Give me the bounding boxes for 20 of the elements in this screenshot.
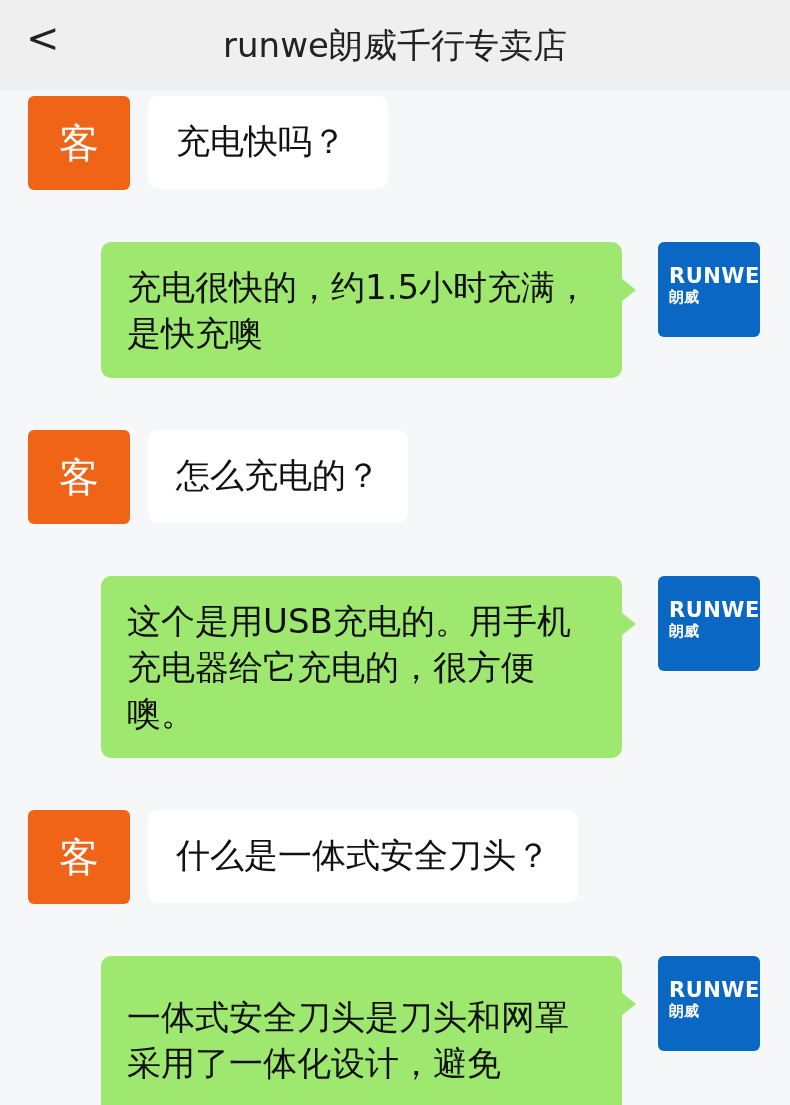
customer-avatar: 客 — [28, 810, 130, 904]
customer-avatar: 客 — [28, 96, 130, 190]
message-bubble: 这个是用USB充电的。用手机充电器给它充电的，很方便噢。 — [101, 576, 622, 758]
logo-text: RUNWE — [669, 977, 760, 1002]
message-bubble: 充电很快的，约1.5小时充满，是快充噢 — [101, 242, 622, 378]
logo-text: 朗威 — [669, 1001, 700, 1020]
customer-avatar: 客 — [28, 430, 130, 524]
logo-text: RUNWE — [669, 263, 760, 288]
message-bubble: 一体式安全刀头是刀头和网罩采用了一体化设计，避免 — [101, 956, 622, 1105]
back-button[interactable]: < — [26, 14, 60, 62]
page-title: runwe朗威千行专卖店 — [223, 23, 567, 67]
bubble-tail-icon — [621, 278, 637, 302]
message-bubble: 充电快吗？ — [148, 96, 388, 189]
bubble-tail-icon — [621, 612, 637, 636]
message-bubble: 怎么充电的？ — [148, 430, 408, 523]
bubble-tail-icon — [621, 992, 637, 1016]
logo-text: 朗威 — [669, 287, 700, 306]
logo-text: RUNWE — [669, 597, 760, 622]
message-bubble: 什么是一体式安全刀头？ — [148, 810, 578, 903]
logo-text: 朗威 — [669, 621, 700, 640]
